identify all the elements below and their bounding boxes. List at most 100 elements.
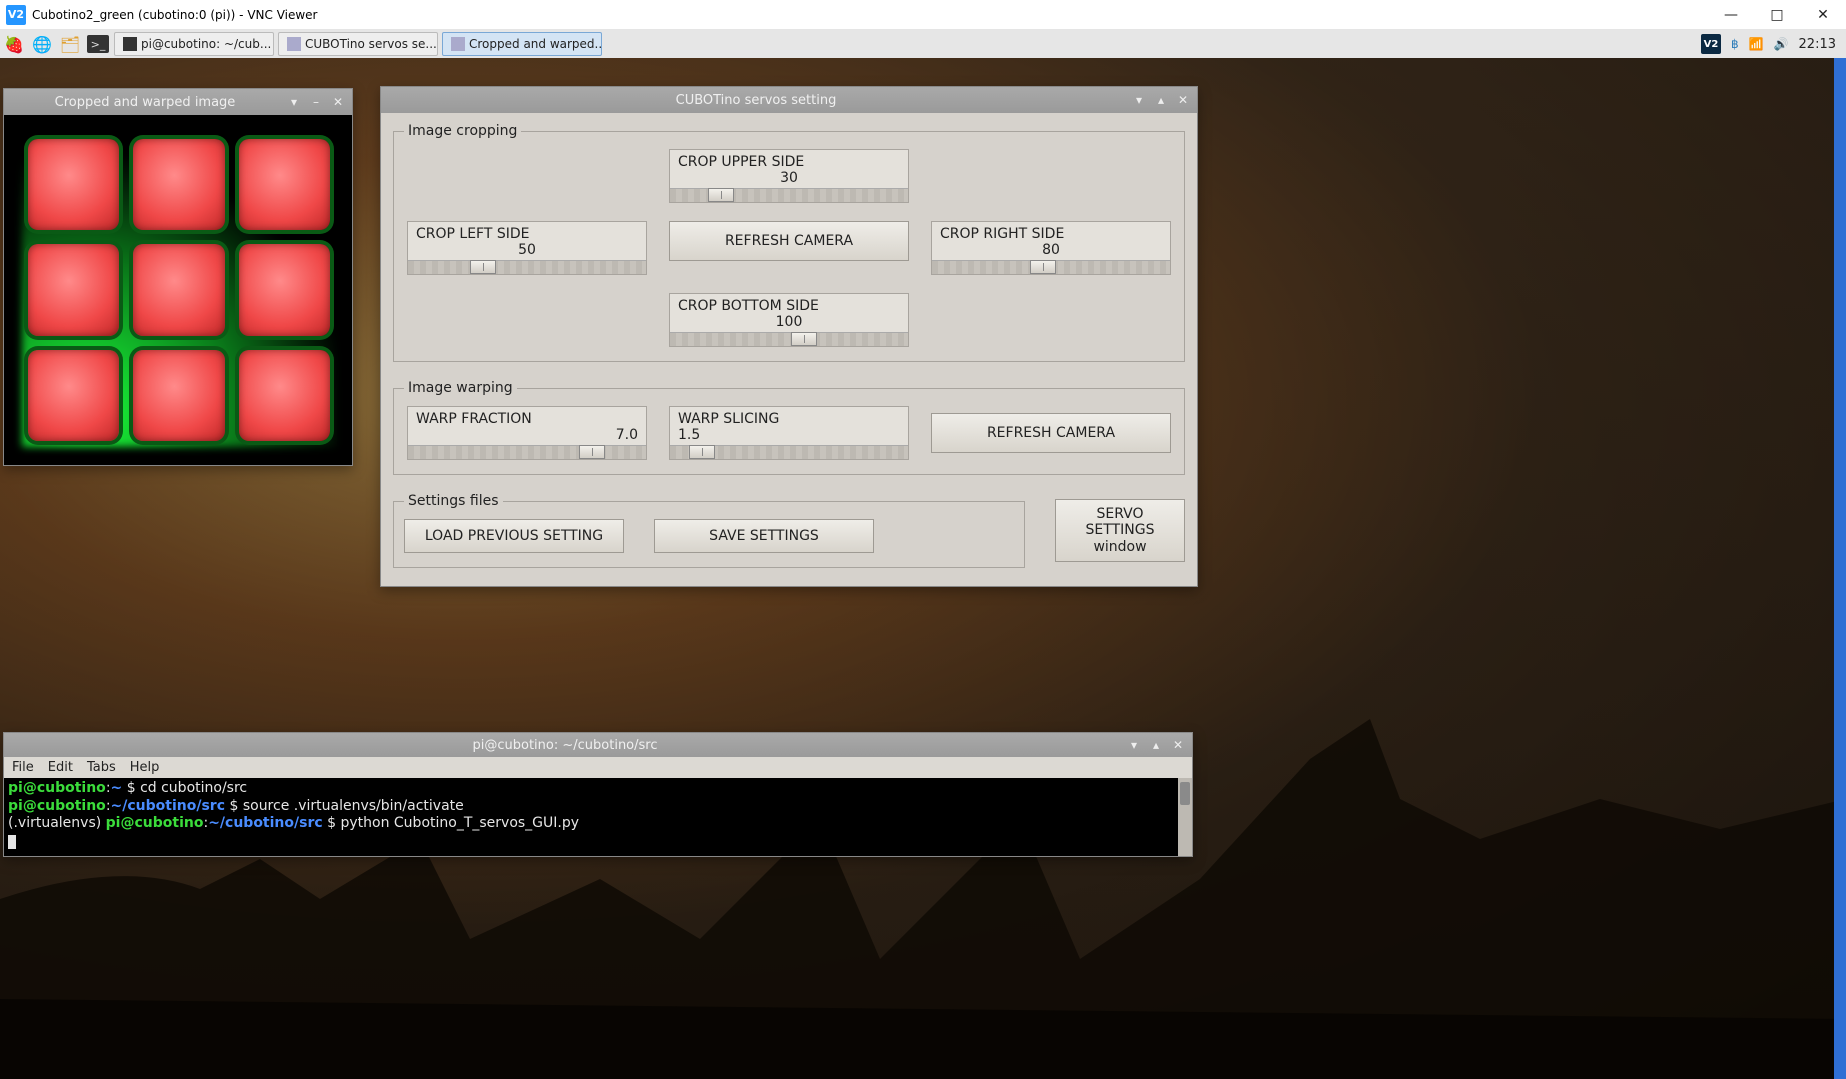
terminal-line: pi@cubotino:~/cubotino/src $ source .vir… (8, 798, 1188, 816)
refresh-camera-button-2[interactable]: REFRESH CAMERA (931, 413, 1171, 453)
terminal-menu-tabs[interactable]: Tabs (87, 760, 116, 775)
vnc-viewer-titlebar: V2 Cubotino2_green (cubotino:0 (pi)) - V… (0, 0, 1846, 30)
load-previous-button[interactable]: LOAD PREVIOUS SETTING (404, 519, 624, 553)
warp-slicing-value: 1.5 (670, 427, 908, 445)
crop-right-slider[interactable]: CROP RIGHT SIDE 80 (931, 221, 1171, 275)
slider-track[interactable] (670, 188, 908, 202)
minimize-button[interactable]: — (1708, 0, 1754, 30)
crop-right-label: CROP RIGHT SIDE (932, 222, 1170, 242)
slider-thumb[interactable] (1030, 260, 1056, 274)
image-cropping-legend: Image cropping (404, 123, 521, 139)
crop-upper-slider[interactable]: CROP UPPER SIDE 30 (669, 149, 909, 203)
minimize-icon[interactable]: – (308, 94, 324, 110)
facelet (133, 244, 224, 335)
refresh-camera-button[interactable]: REFRESH CAMERA (669, 221, 909, 261)
settings-files-group: Settings files LOAD PREVIOUS SETTING SAV… (393, 493, 1025, 568)
maximize-button[interactable]: □ (1754, 0, 1800, 30)
taskbar-task-terminal[interactable]: pi@cubotino: ~/cub... (114, 32, 274, 56)
slider-thumb[interactable] (579, 445, 605, 459)
facelet (28, 244, 119, 335)
window-menu-button[interactable]: ▾ (286, 94, 302, 110)
task-label: CUBOTino servos se... (305, 37, 437, 51)
close-icon[interactable]: ✕ (330, 94, 346, 110)
volume-icon[interactable]: 🔊 (1774, 37, 1789, 51)
slider-track[interactable] (670, 445, 908, 459)
slider-track[interactable] (932, 260, 1170, 274)
slider-track[interactable] (408, 445, 646, 459)
save-settings-button[interactable]: SAVE SETTINGS (654, 519, 874, 553)
window-menu-button[interactable]: ▾ (1126, 737, 1142, 753)
facelet (28, 350, 119, 441)
crop-left-value: 50 (408, 242, 646, 260)
preview-titlebar[interactable]: Cropped and warped image ▾ – ✕ (4, 89, 352, 115)
slider-track[interactable] (408, 260, 646, 274)
preview-window-title: Cropped and warped image (10, 95, 280, 110)
menu-launcher-icon[interactable]: 🍓 (0, 30, 28, 58)
crop-bottom-slider[interactable]: CROP BOTTOM SIDE 100 (669, 293, 909, 347)
scrollbar-handle[interactable] (1180, 782, 1190, 805)
terminal-menu: File Edit Tabs Help (4, 757, 1192, 778)
facelet (28, 139, 119, 230)
terminal-launcher-icon[interactable]: >_ (84, 30, 112, 58)
facelet (239, 139, 330, 230)
image-warping-group: Image warping WARP FRACTION 7.0 WARP SLI… (393, 380, 1185, 475)
slider-track[interactable] (670, 332, 908, 346)
settings-body: Image cropping CROP UPPER SIDE 30 CROP L… (381, 113, 1197, 586)
terminal-menu-help[interactable]: Help (130, 760, 160, 775)
taskbar-task-servos[interactable]: CUBOTino servos se... (278, 32, 438, 56)
terminal-line: (.virtualenvs) pi@cubotino:~/cubotino/sr… (8, 815, 1188, 833)
bluetooth-icon[interactable]: ฿ (1731, 37, 1739, 51)
warp-fraction-label: WARP FRACTION (408, 407, 646, 427)
slider-thumb[interactable] (689, 445, 715, 459)
settings-window: CUBOTino servos setting ▾ ▴ ✕ Image crop… (380, 86, 1198, 587)
crop-left-slider[interactable]: CROP LEFT SIDE 50 (407, 221, 647, 275)
terminal-cursor-line (8, 833, 1188, 851)
maximize-icon[interactable]: ▴ (1148, 737, 1164, 753)
pi-taskbar: 🍓 🌐 🗂 >_ pi@cubotino: ~/cub... CUBOTino … (0, 30, 1846, 58)
close-button[interactable]: ✕ (1800, 0, 1846, 30)
cube-face-image (10, 121, 348, 459)
facelet (133, 139, 224, 230)
warp-slicing-slider[interactable]: WARP SLICING 1.5 (669, 406, 909, 460)
terminal-window: pi@cubotino: ~/cubotino/src ▾ ▴ ✕ File E… (3, 732, 1193, 857)
settings-window-title: CUBOTino servos setting (387, 93, 1125, 108)
crop-upper-label: CROP UPPER SIDE (670, 150, 908, 170)
remote-desktop: 🍓 🌐 🗂 >_ pi@cubotino: ~/cub... CUBOTino … (0, 30, 1846, 1079)
filemanager-launcher-icon[interactable]: 🗂 (56, 30, 84, 58)
close-icon[interactable]: ✕ (1175, 92, 1191, 108)
terminal-scrollbar[interactable] (1178, 778, 1192, 856)
terminal-menu-file[interactable]: File (12, 760, 34, 775)
settings-files-legend: Settings files (404, 493, 503, 509)
crop-left-label: CROP LEFT SIDE (408, 222, 646, 242)
wifi-icon[interactable]: 📶 (1749, 37, 1764, 51)
settings-titlebar[interactable]: CUBOTino servos setting ▾ ▴ ✕ (381, 87, 1197, 113)
vnc-window-title: Cubotino2_green (cubotino:0 (pi)) - VNC … (32, 8, 1708, 22)
servo-settings-window-button[interactable]: SERVO SETTINGS window (1055, 499, 1185, 561)
terminal-titlebar[interactable]: pi@cubotino: ~/cubotino/src ▾ ▴ ✕ (4, 733, 1192, 757)
window-menu-button[interactable]: ▾ (1131, 92, 1147, 108)
crop-bottom-label: CROP BOTTOM SIDE (670, 294, 908, 314)
preview-window: Cropped and warped image ▾ – ✕ (3, 88, 353, 466)
maximize-icon[interactable]: ▴ (1153, 92, 1169, 108)
clock[interactable]: 22:13 (1799, 37, 1836, 52)
warp-fraction-slider[interactable]: WARP FRACTION 7.0 (407, 406, 647, 460)
terminal-body[interactable]: pi@cubotino:~ $ cd cubotino/src pi@cubot… (4, 778, 1192, 856)
task-win-icon (287, 37, 301, 51)
vnc-app-icon: V2 (6, 5, 26, 25)
slider-thumb[interactable] (708, 188, 734, 202)
vnc-tray-icon[interactable]: V2 (1701, 34, 1721, 54)
cursor-icon (8, 835, 16, 849)
slider-thumb[interactable] (470, 260, 496, 274)
close-icon[interactable]: ✕ (1170, 737, 1186, 753)
task-term-icon (123, 37, 137, 51)
desktop-right-edge (1834, 30, 1846, 1079)
terminal-window-title: pi@cubotino: ~/cubotino/src (10, 738, 1120, 753)
taskbar-task-cropped[interactable]: Cropped and warped... (442, 32, 602, 56)
facelet (133, 350, 224, 441)
facelet (239, 244, 330, 335)
browser-launcher-icon[interactable]: 🌐 (28, 30, 56, 58)
image-warping-legend: Image warping (404, 380, 517, 396)
terminal-menu-edit[interactable]: Edit (48, 760, 73, 775)
crop-right-value: 80 (932, 242, 1170, 260)
slider-thumb[interactable] (791, 332, 817, 346)
